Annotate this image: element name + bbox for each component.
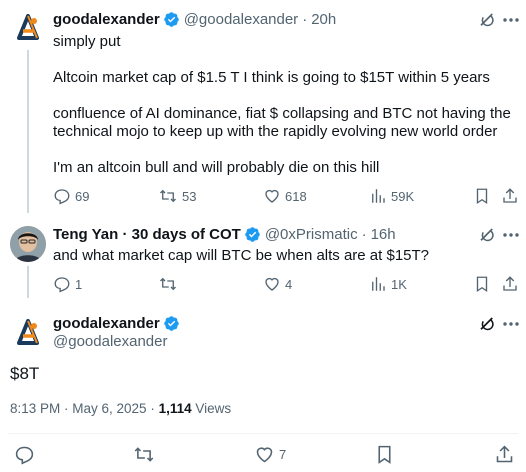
like-count: 7 (279, 446, 287, 462)
views-label: Views (191, 401, 232, 416)
avatar[interactable] (10, 226, 46, 262)
bookmark-icon (476, 188, 488, 205)
post-text-line: technical mojo to keep up with the rapid… (53, 123, 498, 140)
repost-button[interactable] (133, 444, 155, 465)
reply-button[interactable]: 69 (53, 187, 89, 205)
author-name[interactable]: goodalexander (53, 315, 160, 332)
heart-icon (265, 277, 279, 291)
grok-icon[interactable] (478, 315, 496, 333)
reply-icon (15, 446, 34, 464)
post-text: and what market cap will BTC be when alt… (53, 247, 513, 265)
author-name[interactable]: goodalexander (53, 11, 160, 28)
post-actions: 69 53 618 59K (53, 186, 523, 206)
repost-icon (134, 446, 154, 462)
reply-button[interactable]: 1 (53, 275, 82, 293)
post-original: goodalexander @goodalexander · 20h simpl… (0, 0, 526, 215)
view-count: 1,114 (158, 401, 192, 416)
like-count: 4 (285, 276, 293, 292)
post-text: simply put Altcoin market cap of $1.5 T … (53, 33, 513, 177)
post-text: $8T (10, 364, 40, 383)
author-handle[interactable]: @goodalexander (53, 333, 167, 350)
post-timestamp[interactable]: 8:13 PM · May 6, 2025 · (10, 401, 159, 416)
views-icon (372, 189, 385, 203)
avatar[interactable] (10, 10, 46, 46)
heart-icon (265, 189, 279, 203)
post-top-actions (478, 11, 496, 29)
separator-dot: · (361, 226, 367, 243)
share-button[interactable] (501, 187, 519, 205)
post-actions: 1 4 1K (53, 274, 523, 294)
reply-button[interactable] (14, 444, 35, 465)
verified-icon (163, 315, 180, 332)
like-button[interactable]: 4 (263, 275, 292, 293)
grok-icon[interactable] (478, 226, 496, 244)
post-text-line: simply put (53, 33, 121, 50)
bookmark-button[interactable] (374, 444, 395, 465)
post-header: goodalexander @goodalexander · 20h (53, 11, 336, 28)
verified-icon (244, 226, 261, 243)
avatar[interactable] (10, 315, 46, 351)
reply-icon (54, 189, 70, 205)
more-icon[interactable] (503, 226, 519, 244)
handle-row: @goodalexander (53, 333, 167, 350)
post-text-line: Altcoin market cap of $1.5 T I think is … (53, 69, 490, 86)
post-text-line: and what market cap will BTC be when alt… (53, 247, 430, 264)
author-name[interactable]: Teng Yan · 30 days of COT (53, 226, 241, 243)
post-text-line: I'm an altcoin bull and will probably di… (53, 159, 380, 176)
more-menu (503, 315, 519, 333)
verified-icon (163, 11, 180, 28)
like-button[interactable]: 7 (254, 444, 286, 465)
avatar-photo-icon (10, 226, 46, 262)
views-button[interactable]: 1K (369, 275, 407, 293)
heart-icon (256, 446, 273, 462)
bookmark-button[interactable] (473, 187, 491, 205)
more-icon[interactable] (503, 315, 519, 333)
views-icon (372, 277, 385, 291)
post-text-line: confluence of AI dominance, fiat $ colla… (53, 105, 511, 122)
bookmark-button[interactable] (473, 275, 491, 293)
repost-icon (160, 189, 176, 203)
divider (8, 433, 518, 434)
share-button[interactable] (501, 275, 519, 293)
author-handle[interactable]: @goodalexander (184, 11, 298, 28)
share-icon (503, 188, 517, 203)
post-timestamp-row: 8:13 PM · May 6, 2025 · 1,114 Views (10, 401, 231, 416)
repost-button[interactable]: 53 (158, 187, 196, 205)
post-top-actions (478, 226, 496, 244)
like-count: 618 (285, 188, 307, 204)
post-header: Teng Yan · 30 days of COT @0xPrismatic ·… (53, 226, 396, 243)
repost-icon (160, 277, 176, 291)
avatar-logo-icon (10, 10, 46, 46)
thread-line (27, 266, 29, 298)
avatar-logo-icon (10, 315, 46, 351)
more-menu (503, 11, 519, 29)
grok-icon[interactable] (478, 11, 496, 29)
repost-count: 53 (182, 188, 197, 204)
more-icon[interactable] (503, 11, 519, 29)
reply-count: 1 (75, 276, 83, 292)
bookmark-icon (476, 276, 488, 293)
view-count: 59K (391, 188, 415, 204)
post-top-actions (478, 315, 496, 333)
view-count: 1K (391, 276, 407, 292)
views-button[interactable]: 59K (369, 187, 414, 205)
separator-dot: · (302, 11, 308, 28)
post-focused: goodalexander @goodalexander $8T 8:13 PM… (0, 305, 526, 472)
share-button[interactable] (494, 444, 515, 465)
share-icon (503, 276, 517, 291)
post-time[interactable]: 20h (311, 11, 336, 28)
post-header: goodalexander (53, 315, 180, 332)
post-actions: 7 (10, 443, 516, 465)
reply-icon (54, 277, 70, 293)
repost-button[interactable] (158, 275, 178, 293)
post-reply: Teng Yan · 30 days of COT @0xPrismatic ·… (0, 215, 526, 305)
more-menu (503, 226, 519, 244)
reply-count: 69 (75, 188, 90, 204)
thread-line (27, 50, 29, 213)
post-time[interactable]: 16h (371, 226, 396, 243)
like-button[interactable]: 618 (263, 187, 307, 205)
share-icon (496, 445, 513, 462)
author-handle[interactable]: @0xPrismatic (265, 226, 358, 243)
bookmark-icon (378, 445, 391, 464)
